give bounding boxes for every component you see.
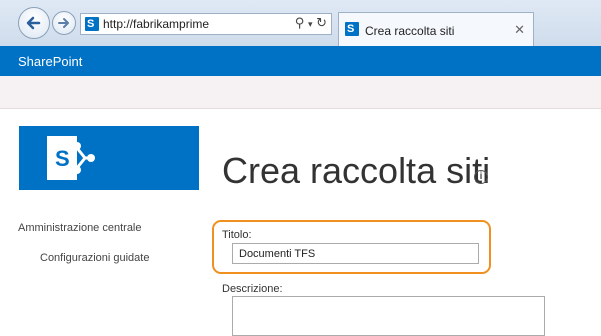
- back-button[interactable]: [18, 7, 50, 39]
- tab-favicon: S: [345, 22, 359, 36]
- nav-item-guided-configurations[interactable]: Configurazioni guidate: [40, 252, 149, 264]
- description-label: Descrizione:: [222, 283, 283, 295]
- forward-icon: [58, 18, 69, 28]
- page-title: Crea raccolta siti: [222, 150, 491, 191]
- back-icon: [26, 16, 41, 30]
- close-icon[interactable]: ✕: [514, 22, 525, 38]
- svg-text:S: S: [55, 146, 70, 171]
- browser-chrome: S http://fabrikamprime ⚲ ▾ ↻ S Crea racc…: [0, 0, 601, 47]
- dropdown-icon[interactable]: ▾: [308, 19, 313, 29]
- url-text: http://fabrikamprime: [103, 17, 210, 31]
- ribbon: [0, 76, 601, 109]
- suite-bar: SharePoint: [0, 46, 601, 76]
- forward-button[interactable]: [52, 11, 76, 35]
- address-bar[interactable]: S http://fabrikamprime ⚲ ▾ ↻: [80, 13, 332, 35]
- search-icon[interactable]: ⚲: [295, 15, 305, 30]
- info-icon[interactable]: i: [474, 170, 488, 184]
- tab-title: Crea raccolta siti: [365, 24, 455, 38]
- refresh-icon[interactable]: ↻: [316, 15, 327, 30]
- nav-item-central-administration[interactable]: Amministrazione centrale: [18, 222, 142, 234]
- description-textarea[interactable]: [232, 296, 545, 336]
- title-input[interactable]: [232, 243, 479, 264]
- suite-bar-title[interactable]: SharePoint: [18, 54, 82, 69]
- title-label: Titolo:: [222, 229, 252, 241]
- browser-tab[interactable]: S Crea raccolta siti ✕: [338, 12, 534, 46]
- sharepoint-logo-icon[interactable]: S: [19, 126, 199, 190]
- site-favicon: S: [85, 17, 99, 31]
